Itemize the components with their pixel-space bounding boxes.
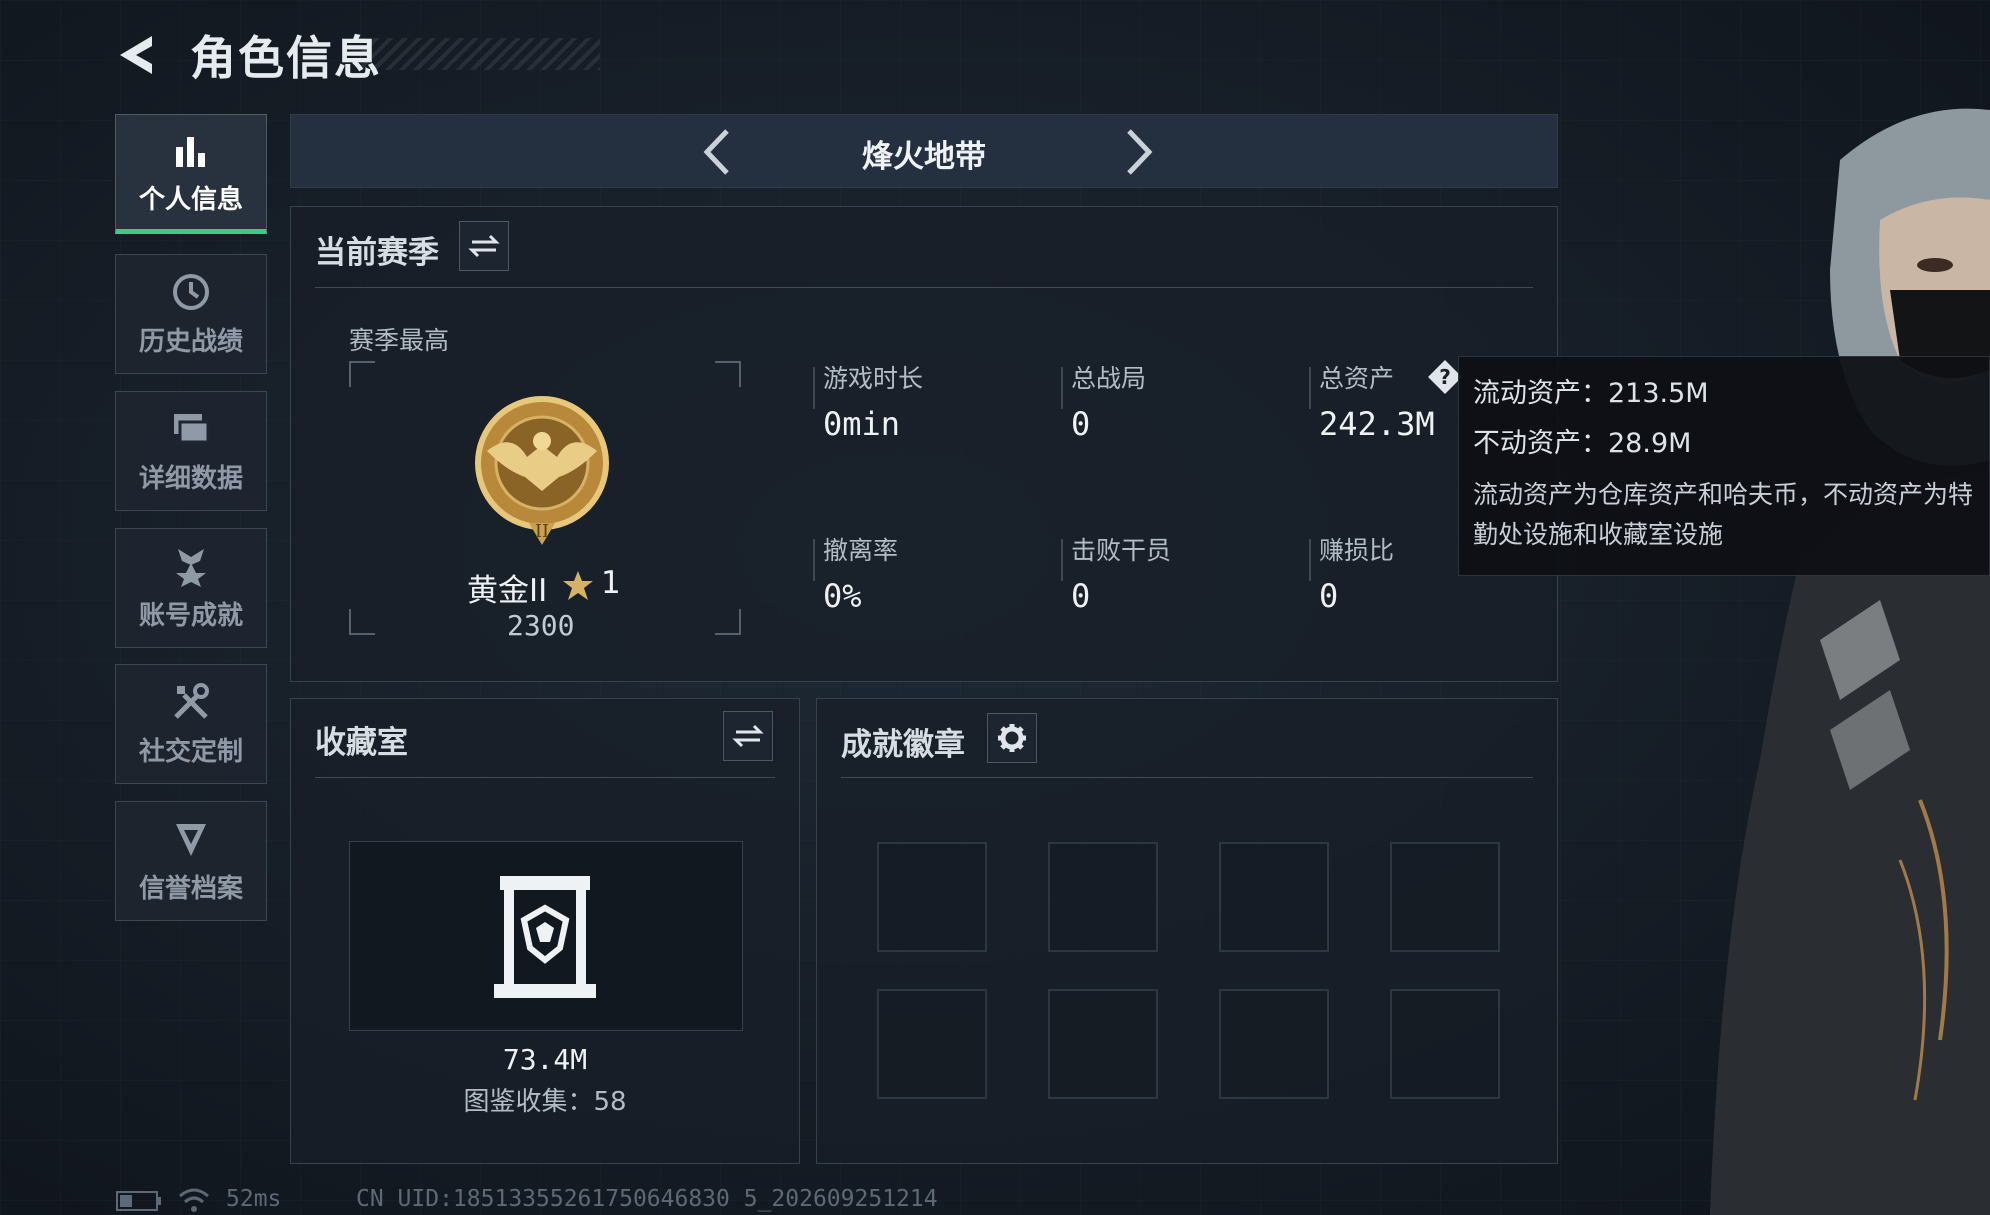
stat-separator bbox=[813, 367, 815, 409]
season-title: 当前赛季 bbox=[315, 235, 439, 271]
stat-extract-rate-label: 撤离率 bbox=[823, 536, 899, 565]
stat-kills-value: 0 bbox=[1071, 577, 1091, 615]
stat-profit-ratio-label: 赚损比 bbox=[1319, 536, 1395, 565]
rank-name: 黄金II bbox=[467, 573, 548, 609]
frame-corner bbox=[715, 361, 741, 387]
badges-settings-button[interactable] bbox=[987, 713, 1037, 763]
stat-separator bbox=[1309, 367, 1311, 409]
divider bbox=[841, 777, 1533, 778]
character-portrait bbox=[1710, 108, 1990, 1215]
frame-corner bbox=[349, 609, 375, 635]
title-decoration bbox=[360, 38, 600, 70]
stat-play-time-label: 游戏时长 bbox=[823, 364, 924, 393]
badge-slot[interactable] bbox=[1390, 989, 1500, 1099]
sidebar-item-social[interactable]: 社交定制 bbox=[115, 664, 267, 784]
season-panel: 当前赛季 赛季最高 II 黄金II 1 2300 游戏时长 0min 总战局 0… bbox=[290, 206, 1558, 682]
stat-separator bbox=[1309, 539, 1311, 581]
badge-slot[interactable] bbox=[1048, 989, 1158, 1099]
bar-chart-icon bbox=[176, 136, 205, 167]
assets-tooltip: 流动资产：213.5M 不动资产：28.9M 流动资产为仓库资产和哈夫币，不动资… bbox=[1458, 356, 1990, 576]
collection-value: 73.4M bbox=[502, 1043, 588, 1076]
wifi-icon bbox=[179, 1188, 209, 1212]
stat-extract-rate-value: 0% bbox=[823, 577, 862, 615]
badge-slot[interactable] bbox=[1390, 842, 1500, 952]
tooltip-fixed-assets: 不动资产：28.9M bbox=[1473, 428, 1692, 459]
sidebar-item-credit[interactable]: 信誉档案 bbox=[115, 801, 267, 921]
season-switch-button[interactable] bbox=[459, 221, 509, 271]
stat-total-assets-value: 242.3M bbox=[1319, 405, 1435, 443]
gold-rank-emblem-icon: II bbox=[475, 396, 609, 545]
ping-text: 52ms bbox=[226, 1186, 282, 1212]
tooltip-description: 流动资产为仓库资产和哈夫币，不动资产为特勤处设施和收藏室设施 bbox=[1473, 480, 1974, 549]
badge-slot[interactable] bbox=[877, 842, 987, 952]
frame-corner bbox=[715, 609, 741, 635]
mode-name: 烽火地带 bbox=[862, 139, 986, 175]
divider bbox=[315, 777, 775, 778]
frame-corner bbox=[349, 361, 375, 387]
badge-slot[interactable] bbox=[877, 989, 987, 1099]
stat-separator bbox=[1061, 539, 1063, 581]
sidebar-item-label: 个人信息 bbox=[138, 184, 243, 215]
collection-preview[interactable] bbox=[349, 841, 743, 1031]
sidebar-item-label: 信誉档案 bbox=[138, 873, 243, 904]
swap-icon bbox=[732, 724, 764, 748]
sidebar-item-label: 详细数据 bbox=[138, 463, 243, 494]
battery-icon bbox=[116, 1191, 161, 1211]
sidebar-item-label: 历史战绩 bbox=[138, 326, 243, 357]
badges-panel: 成就徽章 bbox=[816, 698, 1558, 1164]
divider bbox=[315, 287, 1533, 288]
clock-icon bbox=[173, 273, 209, 310]
stack-icon bbox=[174, 413, 210, 443]
stat-separator bbox=[1061, 367, 1063, 409]
sidebar-item-label: 社交定制 bbox=[138, 736, 243, 767]
svg-text:?: ? bbox=[1439, 365, 1451, 389]
gear-icon bbox=[998, 724, 1026, 752]
badge-slot[interactable] bbox=[1219, 989, 1329, 1099]
stat-separator bbox=[813, 539, 815, 581]
sidebar-item-achievements[interactable]: 账号成就 bbox=[115, 528, 267, 648]
star-icon bbox=[563, 571, 593, 600]
shield-badge-icon bbox=[176, 823, 206, 856]
collection-count: 图鉴收集：58 bbox=[463, 1087, 627, 1117]
page-title: 角色信息 bbox=[190, 31, 382, 85]
medal-icon bbox=[176, 548, 206, 587]
badge-slot[interactable] bbox=[1048, 842, 1158, 952]
sidebar-item-label: 账号成就 bbox=[138, 600, 243, 631]
tools-icon bbox=[174, 682, 209, 719]
uid-text: CN UID:18513355261750646830 5_2026092512… bbox=[356, 1186, 938, 1212]
rank-stars: 1 bbox=[601, 565, 621, 601]
sidebar-item-personal-info[interactable]: 个人信息 bbox=[115, 114, 267, 234]
season-best-label: 赛季最高 bbox=[349, 326, 450, 355]
stat-total-assets-label: 总资产 bbox=[1319, 364, 1395, 393]
collection-title: 收藏室 bbox=[315, 725, 408, 761]
badges-title: 成就徽章 bbox=[841, 727, 965, 763]
mode-selector: 烽火地带 bbox=[290, 114, 1558, 188]
collection-panel: 收藏室 73.4M 图鉴收集：58 bbox=[290, 698, 800, 1164]
back-arrow-icon[interactable] bbox=[112, 30, 162, 80]
collection-switch-button[interactable] bbox=[723, 711, 773, 761]
stat-total-matches-label: 总战局 bbox=[1071, 364, 1147, 393]
sidebar-item-history[interactable]: 历史战绩 bbox=[115, 254, 267, 374]
stat-kills-label: 击败干员 bbox=[1071, 536, 1172, 565]
stat-total-matches-value: 0 bbox=[1071, 405, 1091, 443]
stat-profit-ratio-value: 0 bbox=[1319, 577, 1339, 615]
sidebar-item-details[interactable]: 详细数据 bbox=[115, 391, 267, 511]
stat-play-time-value: 0min bbox=[823, 405, 901, 443]
swap-icon bbox=[468, 234, 500, 258]
next-mode-chevron-icon[interactable] bbox=[1111, 125, 1165, 179]
display-case-icon bbox=[494, 876, 596, 998]
rank-score: 2300 bbox=[507, 609, 575, 642]
tooltip-liquid-assets: 流动资产：213.5M bbox=[1473, 378, 1709, 409]
svg-text:II: II bbox=[535, 521, 549, 542]
badge-slot[interactable] bbox=[1219, 842, 1329, 952]
